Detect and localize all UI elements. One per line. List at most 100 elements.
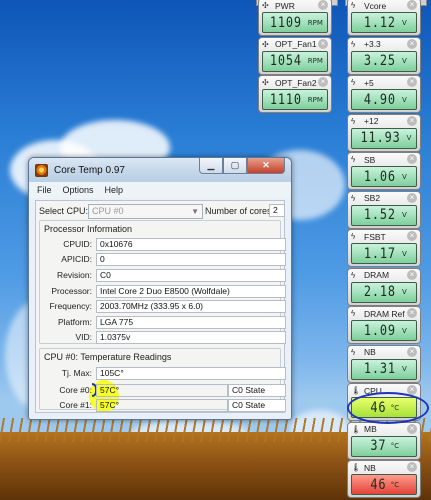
blue-circle-annotation (347, 392, 429, 424)
gadget--3-3[interactable]: ϟ +3.3 × 3.25 V (347, 36, 421, 75)
menu-help[interactable]: Help (105, 185, 124, 195)
processor-info-title: Processor Information (44, 224, 133, 234)
gadget-nb[interactable]: 🌡 NB × 46 °C (347, 460, 421, 498)
window-title: Core Temp 0.97 (54, 164, 125, 176)
processor-info-group: Processor Information CPUID: 0x10676 API… (39, 220, 286, 344)
voltage-icon: ϟ (351, 347, 356, 357)
close-icon[interactable]: × (407, 269, 417, 280)
gadget-header: ✣ PWR × (262, 0, 328, 11)
gadget--12[interactable]: ϟ +12 × 11.93 V (347, 113, 421, 152)
revision-value: C0 (96, 269, 286, 282)
gadget-vcore[interactable]: ϟ Vcore × 1.12 V (347, 0, 421, 36)
gadget-pwr[interactable]: ✣ PWR × 1109 RPM (258, 0, 332, 36)
gadget-value: 1.52 (364, 207, 397, 223)
gadget-sb2[interactable]: ϟ SB2 × 1.52 V (347, 190, 421, 229)
minimize-button[interactable]: ▁ (199, 158, 223, 174)
gadget-unit: V (401, 172, 407, 181)
close-button[interactable]: ✕ (247, 158, 285, 174)
gadget-dram[interactable]: ϟ DRAM × 2.18 V (347, 267, 421, 306)
gadget-label: Vcore (364, 0, 387, 11)
chevron-down-icon: ▼ (191, 207, 199, 216)
gadget-nb[interactable]: ϟ NB × 1.31 V (347, 344, 421, 383)
gadget-value: 4.90 (364, 91, 397, 108)
thermometer-icon: 🌡 (351, 424, 362, 434)
close-icon[interactable]: × (407, 308, 417, 318)
temperature-title: CPU #0: Temperature Readings (44, 352, 172, 362)
gadget-label: +3.3 (364, 39, 381, 49)
cpuid-label: CPUID: (63, 239, 92, 249)
apicid-value: 0 (96, 253, 286, 266)
gadget-display: 3.25 V (351, 50, 417, 72)
close-icon[interactable]: × (407, 154, 417, 164)
gadget-header: ✣ OPT_Fan2 × (262, 77, 328, 88)
gadget-unit: °C (390, 480, 400, 489)
processor-label: Processor: (51, 286, 92, 296)
vid-value: 1.0375v (96, 331, 286, 344)
close-icon[interactable]: × (407, 77, 417, 87)
coretemp-window[interactable]: Core Temp 0.97 ▁ ▢ ✕ File Options Help S… (28, 157, 292, 420)
gadget-value: 1109 (269, 14, 302, 31)
maximize-icon: ▢ (230, 160, 240, 170)
gadget-value: 1.12 (364, 14, 397, 31)
gadget-unit: V (401, 57, 407, 65)
gadget-display: 1.52 V (351, 204, 417, 226)
voltage-icon: ϟ (351, 39, 356, 49)
voltage-icon: ϟ (351, 309, 356, 318)
gadget--5[interactable]: ϟ +5 × 4.90 V (347, 75, 421, 113)
gadget-header: ϟ +12 × (351, 115, 417, 127)
gadget-opt-fan1[interactable]: ✣ OPT_Fan1 × 1054 RPM (258, 36, 332, 75)
gadget-unit: RPM (307, 18, 323, 27)
frequency-value: 2003.70MHz (333.95 x 6.0) (96, 300, 286, 313)
gadget-unit: V (401, 95, 407, 104)
gadget-display: 2.18 V (351, 281, 417, 303)
close-icon[interactable]: × (318, 0, 328, 10)
gadget-dram-ref[interactable]: ϟ DRAM Ref × 1.09 V (347, 306, 421, 344)
gadget-header: ϟ NB × (351, 346, 417, 358)
voltage-icon: ϟ (351, 193, 356, 203)
close-icon[interactable]: × (407, 115, 417, 126)
gadget-opt-fan2[interactable]: ✣ OPT_Fan2 × 1110 RPM (258, 75, 332, 113)
gadget-value: 3.25 (364, 53, 397, 69)
gadget-unit: V (401, 288, 407, 296)
maximize-button[interactable]: ▢ (223, 158, 247, 174)
gadget-display: 46 °C (351, 474, 417, 495)
gadget-display: 1110 RPM (262, 89, 328, 110)
thermometer-icon: 🌡 (351, 463, 362, 472)
gadget-header: ϟ Vcore × (351, 0, 417, 11)
gadget-fsbt[interactable]: ϟ FSBT × 1.17 V (347, 229, 421, 267)
close-icon[interactable]: × (407, 423, 417, 434)
fan-icon: ✣ (262, 78, 269, 87)
close-icon[interactable]: × (407, 346, 417, 357)
menu-file[interactable]: File (37, 185, 52, 195)
gadget-label: PWR (275, 0, 295, 11)
cpuid-value: 0x10676 (96, 238, 286, 251)
close-icon[interactable]: × (407, 462, 417, 472)
cores-value: 2 (269, 204, 285, 217)
close-icon[interactable]: × (407, 0, 417, 10)
close-icon: ✕ (262, 160, 270, 170)
core0-state: C0 State (228, 384, 286, 397)
gadget-mb[interactable]: 🌡 MB × 37 °C (347, 421, 421, 460)
select-cpu-dropdown[interactable]: CPU #0 ▼ (88, 204, 203, 219)
title-bar[interactable]: Core Temp 0.97 ▁ ▢ ✕ (29, 158, 291, 182)
apicid-label: APICID: (61, 254, 92, 264)
gadget-label: MB (364, 424, 377, 434)
gadget-unit: V (401, 211, 407, 219)
close-icon[interactable]: × (318, 77, 328, 87)
gadget-sb[interactable]: ϟ SB × 1.06 V (347, 152, 421, 190)
gadget-display: 1109 RPM (262, 12, 328, 33)
gadget-label: FSBT (364, 231, 386, 242)
gadget-unit: V (401, 249, 407, 258)
close-icon[interactable]: × (407, 231, 417, 241)
close-icon[interactable]: × (318, 38, 328, 49)
core0-temp: 57C° (96, 384, 228, 397)
gadget-label: +12 (364, 116, 379, 126)
select-cpu-label: Select CPU: (39, 206, 89, 216)
gadget-header: 🌡 MB × (351, 423, 417, 435)
close-icon[interactable]: × (407, 192, 417, 203)
menu-options[interactable]: Options (63, 185, 94, 195)
close-icon[interactable]: × (407, 38, 417, 49)
voltage-icon: ϟ (351, 78, 356, 87)
gadget-value: 2.18 (364, 284, 397, 300)
gadget-label: DRAM Ref (364, 308, 405, 319)
